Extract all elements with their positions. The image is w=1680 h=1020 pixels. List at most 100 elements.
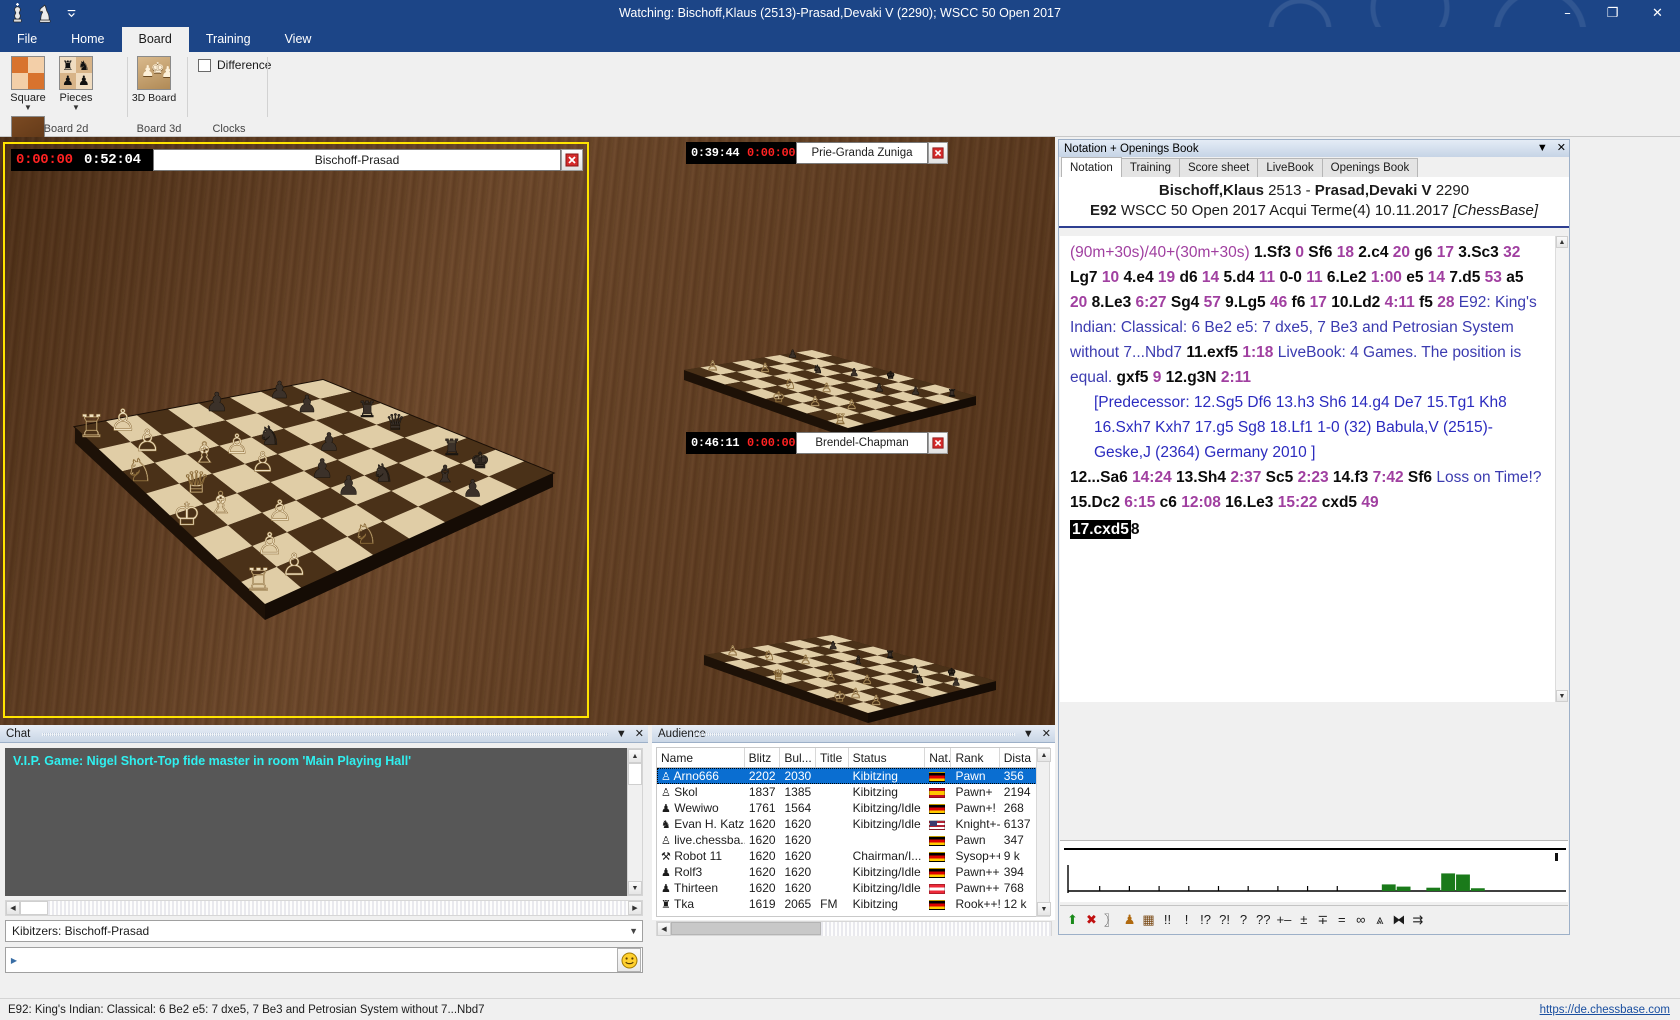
chess-piece[interactable]: ♚ (470, 449, 490, 474)
ribbon-tab-home[interactable]: Home (54, 27, 121, 52)
secondary2-close-button[interactable] (928, 432, 948, 454)
pieces-button[interactable]: ♜♞ ♟♟ Pieces ▼ (52, 52, 100, 112)
scroll-up-icon[interactable]: ▲ (628, 749, 642, 763)
chess-piece[interactable]: ♟ (951, 676, 961, 688)
audience-table-body[interactable]: ♙ Arno66622022030KibitzingPawn356♙ Skol1… (657, 768, 1037, 912)
chessbase-url-link[interactable]: https://de.chessbase.com (1540, 1004, 1670, 1016)
ribbon-tab-file[interactable]: File (0, 27, 54, 52)
chess-piece[interactable]: ♘ (353, 518, 378, 550)
chess-piece[interactable]: ♙ (870, 693, 882, 709)
scroll-thumb[interactable] (628, 763, 642, 785)
secondary1-close-button[interactable] (928, 142, 948, 164)
chess-piece[interactable]: ♟ (874, 382, 884, 395)
exclam-icon[interactable]: ! (1178, 909, 1195, 931)
chevron-down-icon[interactable] (62, 2, 81, 23)
chat-input-field[interactable] (22, 949, 617, 971)
smiley-icon[interactable] (617, 948, 641, 972)
difference-checkbox-row[interactable]: Difference (198, 58, 271, 72)
chess-piece[interactable]: ♟ (828, 640, 838, 652)
chess-piece[interactable]: ♙ (726, 644, 738, 660)
chess-piece[interactable]: ♙ (846, 398, 858, 413)
chess-piece[interactable]: ♕ (183, 465, 210, 500)
chess-piece[interactable]: ♟ (911, 385, 921, 397)
chat-vertical-scrollbar[interactable]: ▲ ▼ (627, 748, 643, 896)
plus-minus-icon[interactable]: ± (1295, 909, 1312, 931)
chess-piece[interactable]: ♜ (442, 436, 462, 461)
board-icon[interactable]: ▦ (1140, 909, 1157, 931)
audience-close-button[interactable]: ✕ (1042, 726, 1051, 742)
chess-piece[interactable]: ♙ (800, 652, 811, 667)
scroll-right-icon[interactable]: ▶ (628, 901, 642, 915)
chess-piece[interactable]: ♝ (853, 654, 863, 667)
table-row[interactable]: ♟ Rolf316201620Kibitzing/IdlePawn++394 (657, 864, 1037, 880)
table-row[interactable]: ♙ Skol18371385KibitzingPawn+2194 (657, 784, 1037, 800)
ribbon-tab-strip[interactable]: File Home Board Training View Help (0, 27, 1680, 52)
moves-block-2[interactable]: 11.exf5 1:18 (1186, 344, 1273, 361)
audience-horizontal-scrollbar[interactable]: ◀ (656, 921, 1052, 936)
scroll-up-icon[interactable]: ▲ (1556, 236, 1568, 248)
close-button[interactable]: ✕ (1635, 0, 1680, 27)
scroll-track-h[interactable] (821, 922, 1051, 936)
scroll-left-icon[interactable]: ◀ (6, 901, 20, 915)
table-row[interactable]: ♜ Tka16192065FMKibitzingRook++!12 k (657, 896, 1037, 912)
chess-piece[interactable]: ♜ (948, 388, 957, 399)
chess-piece[interactable]: ♙ (706, 359, 718, 375)
table-row[interactable]: ♟ Wewiwo17611564Kibitzing/IdlePawn+!268 (657, 800, 1037, 816)
table-row[interactable]: ♙ Arno66622022030KibitzingPawn356 (657, 768, 1037, 784)
difference-checkbox[interactable] (198, 59, 211, 72)
chevron-down-icon[interactable]: ▼ (4, 104, 52, 112)
plus-minus-small-icon[interactable]: +– (1274, 909, 1293, 931)
audience-table[interactable]: NameBlitzBul...TitleStatusNat...RankDist… (656, 747, 1038, 917)
scroll-up-icon[interactable]: ▲ (1037, 748, 1051, 762)
table-row[interactable]: ♙ live.chessba...16201620Pawn347 (657, 832, 1037, 848)
main-board-3d-render[interactable]: ♜♛♜♚♟♟♝♟♟♞♟♞♟♟♙♙♘♗♙♙♙♕♗♙♙♖♘♔♖ (13, 184, 581, 704)
audience-column-header[interactable]: Title (816, 748, 849, 767)
ribbon-tab-training[interactable]: Training (189, 27, 268, 52)
scroll-down-icon[interactable]: ▼ (1556, 690, 1568, 702)
chess-piece[interactable]: ♙ (250, 446, 275, 478)
chess-piece[interactable]: ♙ (109, 404, 136, 439)
audience-column-header[interactable]: Blitz (745, 748, 781, 767)
kibitzers-dropdown[interactable]: Kibitzers: Bischoff-Prasad ▼ (5, 920, 643, 942)
chess-piece[interactable]: ♛ (386, 411, 406, 436)
notation-close-button[interactable]: ✕ (1557, 140, 1566, 157)
chess-piece[interactable]: ♜ (886, 650, 895, 661)
chess-piece[interactable]: ♟ (205, 388, 228, 418)
main-chessboard[interactable]: ♜♛♜♚♟♟♝♟♟♞♟♞♟♟♙♙♘♗♙♙♙♕♗♙♙♖♘♔♖ (13, 184, 581, 704)
up-arrow-icon[interactable]: ⬆ (1064, 909, 1081, 931)
chess-piece[interactable]: ♙ (267, 494, 293, 528)
moves-block-4[interactable]: 12...Sa6 14:24 13.Sh4 2:37 Sc5 2:23 14.f… (1070, 469, 1432, 486)
chess-piece[interactable]: ♙ (225, 428, 250, 460)
chess-piece[interactable]: ♔ (173, 497, 201, 533)
chess-piece[interactable]: ♕ (772, 668, 785, 684)
chess-piece[interactable]: ♟ (269, 376, 290, 404)
audience-column-header[interactable]: Name (657, 748, 745, 767)
chess-piece[interactable]: ♟ (788, 349, 798, 361)
bracket-icon[interactable]: 〗 (1102, 909, 1119, 931)
maximize-button[interactable]: ❐ (1590, 0, 1635, 27)
chat-menu-button[interactable]: ▼ (616, 726, 627, 742)
audience-column-header[interactable]: Status (849, 748, 926, 767)
send-arrow-icon[interactable]: ▶ (6, 956, 22, 965)
chess-piece[interactable]: ♟ (462, 474, 483, 502)
audience-table-header[interactable]: NameBlitzBul...TitleStatusNat...RankDist… (657, 748, 1037, 768)
chess-piece[interactable]: ♔ (833, 690, 846, 706)
chess-piece[interactable]: ♘ (125, 453, 153, 489)
chess-piece[interactable]: ♘ (763, 649, 775, 664)
question-icon[interactable]: ? (1235, 909, 1252, 931)
infinity-icon[interactable]: ∞ (1352, 909, 1369, 931)
piece-icon[interactable]: ♟ (1121, 909, 1138, 931)
chess-piece[interactable]: ♞ (372, 458, 394, 487)
fork-icon[interactable]: ⧓ (1390, 909, 1407, 931)
quick-access-toolbar[interactable] (8, 2, 81, 23)
chess-piece[interactable]: ♗ (207, 486, 234, 521)
moves-block-5[interactable]: 15.Dc2 6:15 c6 12:08 16.Le3 15:22 cxd5 4… (1070, 494, 1379, 511)
notation-menu-button[interactable]: ▼ (1537, 140, 1548, 157)
chess-piece[interactable]: ♙ (760, 360, 771, 375)
table-row[interactable]: ♞ Evan H. Katz16201620Kibitzing/IdleKnig… (657, 816, 1037, 832)
tab-openings-book[interactable]: Openings Book (1322, 158, 1419, 177)
window-controls[interactable]: – ❐ ✕ (1545, 0, 1680, 27)
chess-piece[interactable]: ♖ (77, 409, 105, 445)
main-board-close-button[interactable] (561, 149, 583, 171)
chess-piece[interactable]: ♖ (834, 412, 847, 428)
